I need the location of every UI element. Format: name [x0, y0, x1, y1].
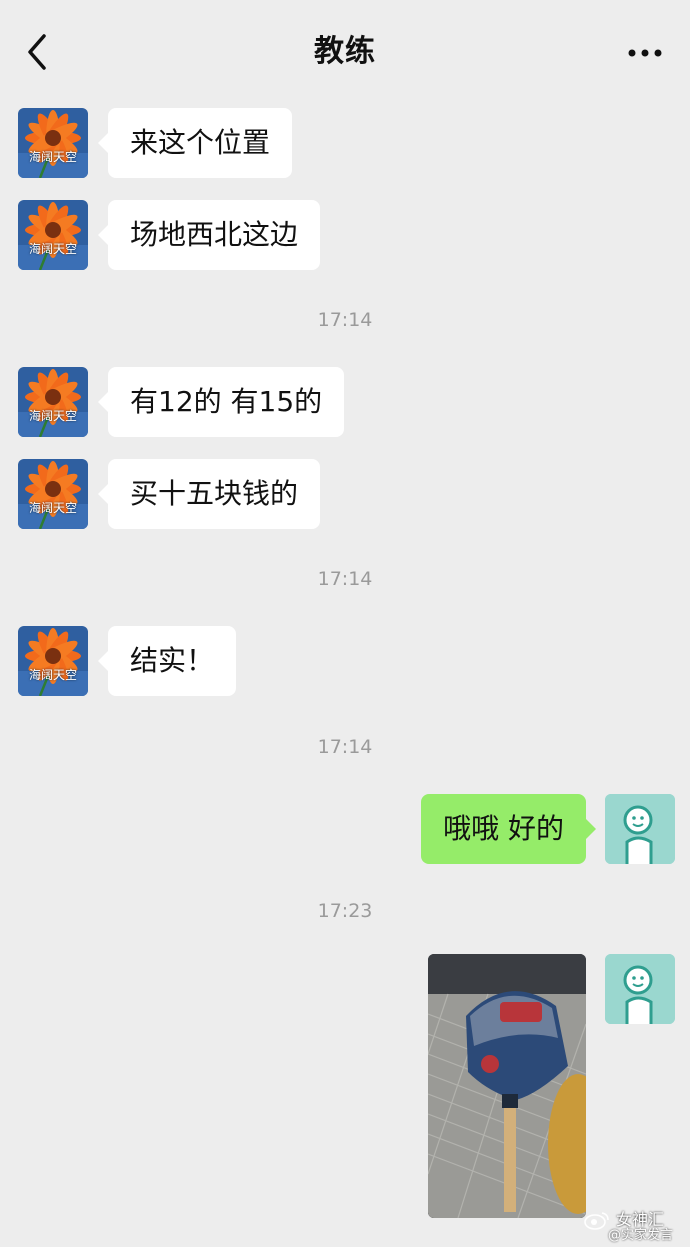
- flower-icon: [18, 200, 88, 270]
- message-timestamp: 17:14: [317, 309, 373, 331]
- flower-icon: [18, 367, 88, 437]
- contact-avatar[interactable]: 海阔天空: [18, 626, 88, 696]
- incoming-message-bubble[interactable]: 场地西北这边: [97, 200, 321, 270]
- more-button[interactable]: [620, 38, 670, 68]
- outgoing-message-bubble[interactable]: 哦哦 好的: [421, 794, 596, 864]
- watermark: 女神汇 @实家发言: [584, 1204, 690, 1244]
- avatar-text: 海阔天空: [28, 242, 77, 256]
- incoming-message-bubble[interactable]: 来这个位置: [97, 108, 293, 178]
- my-avatar[interactable]: [605, 794, 675, 864]
- flower-icon: [18, 108, 88, 178]
- contact-avatar[interactable]: 海阔天空: [18, 200, 88, 270]
- incoming-message-bubble[interactable]: 买十五块钱的: [97, 459, 321, 529]
- incoming-message-bubble[interactable]: 结实！: [97, 626, 237, 696]
- contact-avatar[interactable]: 海阔天空: [18, 367, 88, 437]
- chat-title: 教练: [314, 34, 376, 69]
- top-bar: 教练: [0, 0, 690, 100]
- avatar-text: 海阔天空: [28, 668, 77, 682]
- contact-avatar[interactable]: 海阔天空: [18, 108, 88, 178]
- smiley-person-icon: [605, 794, 675, 864]
- smiley-person-icon: [605, 954, 675, 1024]
- message-timestamp: 17:14: [317, 568, 373, 590]
- incoming-message-bubble[interactable]: 有12的 有15的: [97, 367, 345, 437]
- shovel-photo: [428, 954, 586, 1218]
- avatar-text: 海阔天空: [28, 150, 77, 164]
- avatar-text: 海阔天空: [28, 501, 77, 515]
- more-dots-icon: [628, 49, 662, 57]
- flower-icon: [18, 459, 88, 529]
- outgoing-image-message[interactable]: [428, 954, 586, 1218]
- message-timestamp: 17:23: [317, 900, 373, 922]
- watermark-handle: @实家发言: [608, 1228, 674, 1243]
- weibo-icon: [584, 1212, 609, 1230]
- message-timestamp: 17:14: [317, 736, 373, 758]
- my-avatar[interactable]: [605, 954, 675, 1024]
- avatar-text: 海阔天空: [28, 409, 77, 423]
- contact-avatar[interactable]: 海阔天空: [18, 459, 88, 529]
- flower-icon: [18, 626, 88, 696]
